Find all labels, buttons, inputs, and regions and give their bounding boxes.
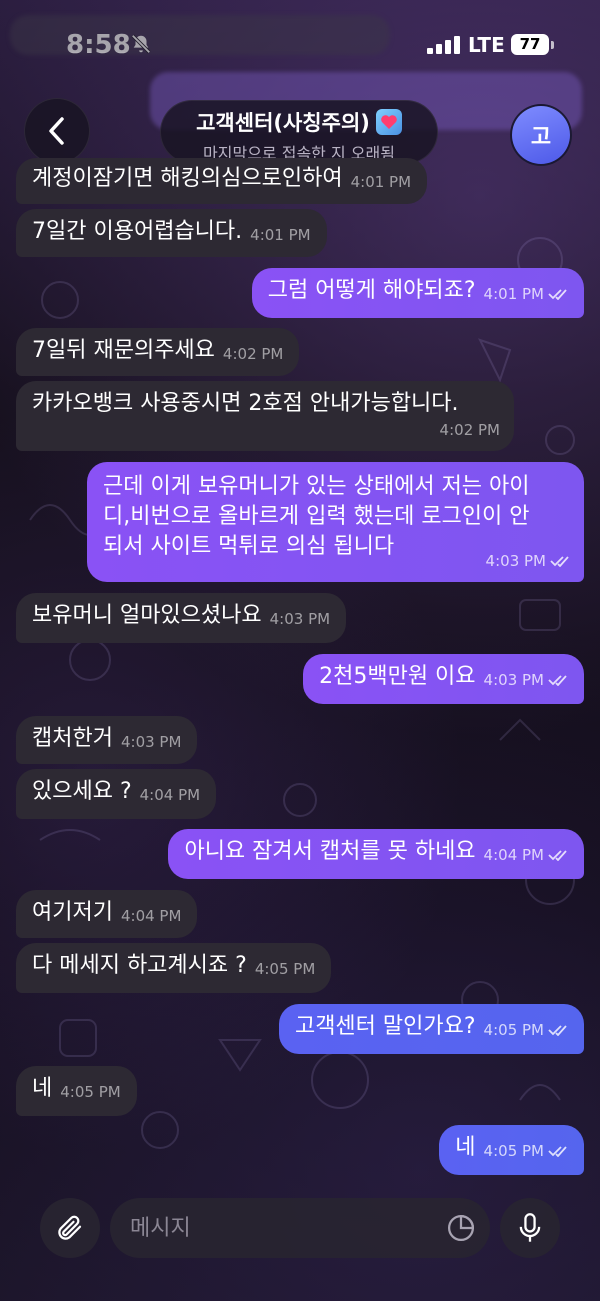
read-check-icon xyxy=(548,850,567,861)
message-time: 4:03 PM xyxy=(483,671,544,689)
message-time: 4:04 PM xyxy=(139,786,201,804)
message-incoming[interactable]: 네 4:05 PM xyxy=(16,1066,137,1116)
message-text: 여기저기 xyxy=(32,900,113,925)
message-incoming[interactable]: 카카오뱅크 사용중시면 2호점 안내가능합니다. 4:02 PM xyxy=(16,381,514,451)
microphone-icon xyxy=(519,1213,541,1242)
message-meta: 4:03 PM xyxy=(484,665,568,695)
chat-title: 고객센터(사칭주의) xyxy=(196,111,370,135)
message-time: 4:01 PM xyxy=(250,226,311,244)
message-text: 그럼 어떻게 해야되죠? xyxy=(267,278,476,303)
message-time: 4:04 PM xyxy=(120,907,182,925)
message-incoming[interactable]: 다 메세지 하고계시죠 ? 4:05 PM xyxy=(16,943,332,993)
read-check-icon xyxy=(548,289,567,300)
message-time: 4:02 PM xyxy=(439,421,500,439)
paperclip-icon xyxy=(58,1215,82,1240)
network-type: LTE xyxy=(468,33,505,57)
battery-tip xyxy=(551,41,554,49)
chevron-left-icon xyxy=(49,117,64,145)
message-text: 캡처한거 xyxy=(32,726,113,751)
message-incoming[interactable]: 7일뒤 재문의주세요 4:02 PM xyxy=(16,328,300,376)
read-check-icon xyxy=(548,1146,567,1157)
battery-icon: 77 xyxy=(511,34,549,55)
message-line: 근데 이게 보유머니가 있는 상태에서 저는 아이 xyxy=(103,474,530,499)
message-time: 4:03 PM xyxy=(269,610,331,628)
message-text: 카카오뱅크 사용중시면 2호점 안내가능합니다. xyxy=(32,391,459,416)
message-time: 4:04 PM xyxy=(483,846,544,864)
message-time: 4:02 PM xyxy=(222,345,284,363)
message-outgoing[interactable]: 그럼 어떻게 해야되죠? 4:01 PM xyxy=(251,268,584,318)
message-time: 4:05 PM xyxy=(254,960,316,978)
message-meta: 4:05 PM xyxy=(484,1015,568,1045)
message-text: 네 xyxy=(32,1076,53,1101)
sticker-icon[interactable] xyxy=(446,1213,476,1243)
message-text: 7일뒤 재문의주세요 xyxy=(32,338,215,363)
attach-button[interactable] xyxy=(40,1198,100,1258)
message-outgoing[interactable]: 아니요 잠겨서 캡처를 못 하네요 4:04 PM xyxy=(168,829,584,879)
message-text: 다 메세지 하고계시죠 ? xyxy=(32,953,247,978)
heart-icon xyxy=(375,109,402,135)
message-line: 디,비번으로 올바르게 입력 했는데 로그인이 안 xyxy=(103,504,530,529)
message-meta: 4:05 PM xyxy=(484,1136,568,1166)
message-incoming[interactable]: 캡처한거 4:03 PM xyxy=(16,716,198,764)
message-text: 있으세요 ? xyxy=(32,779,132,804)
message-incoming[interactable]: 7일간 이용어렵습니다. 4:01 PM xyxy=(16,209,327,257)
message-outgoing[interactable]: 네 4:05 PM xyxy=(439,1125,584,1175)
message-meta: 4:01 PM xyxy=(484,279,568,309)
read-check-icon xyxy=(548,675,567,686)
message-text: 고객센터 말인가요? xyxy=(294,1014,476,1039)
blurred-bubble xyxy=(10,15,390,55)
message-text: 7일간 이용어렵습니다. xyxy=(32,219,243,244)
message-text: 2천5백만원 이요 xyxy=(319,664,476,689)
read-check-icon xyxy=(550,556,569,567)
message-incoming[interactable]: 보유머니 얼마있으셨나요 4:03 PM xyxy=(16,593,347,643)
message-meta: 4:03 PM xyxy=(486,546,570,576)
message-text: 아니요 잠겨서 캡처를 못 하네요 xyxy=(184,839,476,864)
message-time: 4:05 PM xyxy=(483,1142,544,1160)
message-incoming[interactable]: 있으세요 ? 4:04 PM xyxy=(16,769,217,819)
message-text: 네 xyxy=(455,1135,476,1160)
message-incoming[interactable]: 여기저기 4:04 PM xyxy=(16,890,198,938)
message-time: 4:03 PM xyxy=(485,552,546,570)
message-time: 4:05 PM xyxy=(60,1083,121,1101)
chat-title-pill[interactable]: 고객센터(사칭주의) 마지막으로 접속한 지 오래됨 xyxy=(160,100,438,164)
message-time: 4:01 PM xyxy=(483,285,544,303)
message-outgoing[interactable]: 근데 이게 보유머니가 있는 상태에서 저는 아이 디,비번으로 올바르게 입력… xyxy=(87,462,584,582)
message-input[interactable] xyxy=(130,1198,430,1258)
message-incoming[interactable]: 계정이잠기면 해킹의심으로인하여 4:01 PM xyxy=(16,158,428,204)
avatar[interactable]: 고 xyxy=(510,104,572,166)
back-button[interactable] xyxy=(24,98,90,164)
message-time: 4:03 PM xyxy=(120,733,182,751)
message-time: 4:01 PM xyxy=(350,173,412,191)
read-check-icon xyxy=(548,1025,567,1036)
message-meta: 4:04 PM xyxy=(484,840,568,870)
message-input-box[interactable] xyxy=(110,1198,490,1258)
message-time: 4:05 PM xyxy=(483,1021,544,1039)
message-outgoing[interactable]: 2천5백만원 이요 4:03 PM xyxy=(303,654,584,704)
signal-icon xyxy=(427,36,461,54)
message-outgoing[interactable]: 고객센터 말인가요? 4:05 PM xyxy=(278,1004,584,1054)
message-text: 계정이잠기면 해킹의심으로인하여 xyxy=(32,166,343,191)
message-text: 보유머니 얼마있으셨나요 xyxy=(32,603,262,628)
mic-button[interactable] xyxy=(500,1198,560,1258)
